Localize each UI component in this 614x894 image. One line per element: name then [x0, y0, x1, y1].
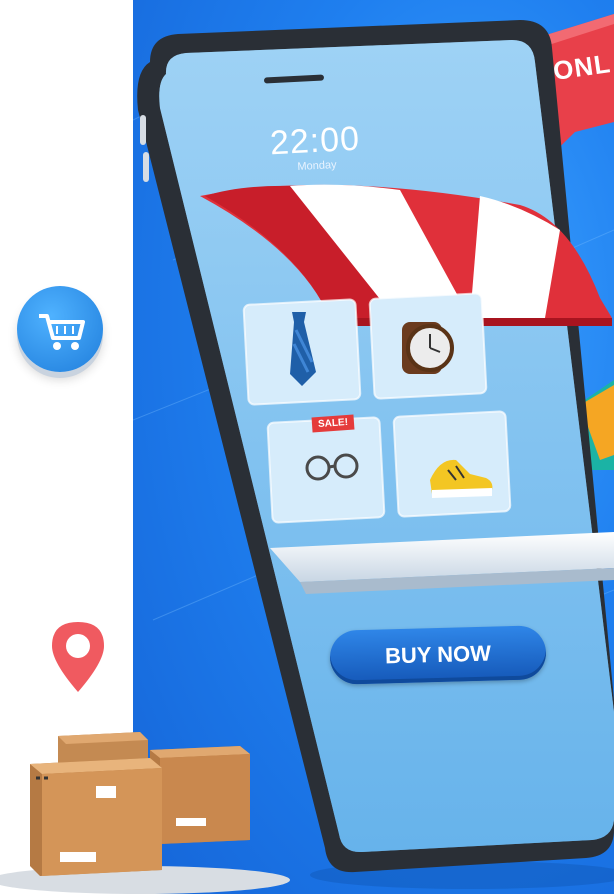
- buy-now-button[interactable]: BUY NOW: [329, 625, 547, 685]
- sale-tag: SALE!: [311, 414, 355, 433]
- location-pin-icon: [52, 622, 104, 692]
- ecommerce-illustration: ONL SALE! 22:00 Monday BUY NOW: [0, 0, 614, 894]
- clock-time: 22:00: [268, 119, 361, 163]
- shopping-cart-icon: [39, 314, 85, 350]
- cardboard-boxes: [0, 732, 290, 894]
- shopping-cart-badge: [17, 286, 103, 372]
